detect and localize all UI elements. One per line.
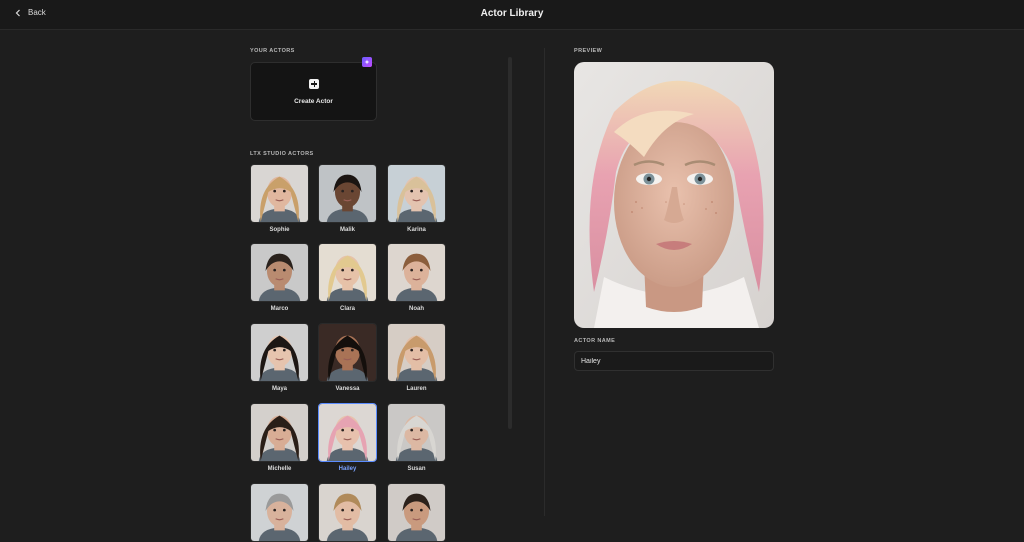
actor-thumbnail [387, 323, 446, 382]
plus-icon [309, 79, 319, 89]
actor-thumbnail [318, 243, 377, 302]
actor-thumbnail [250, 164, 309, 223]
actor-name: Clara [339, 306, 355, 312]
studio-actors-heading: LTX STUDIO ACTORS [250, 151, 314, 157]
actor-card-partial[interactable] [318, 483, 377, 542]
actor-thumbnail [318, 323, 377, 382]
scrollbar[interactable] [508, 57, 512, 429]
actor-card-karina[interactable]: Karina [387, 164, 446, 233]
actor-card-noah[interactable]: Noah [387, 243, 446, 312]
actor-card-malik[interactable]: Malik [318, 164, 377, 233]
actor-card-marco[interactable]: Marco [250, 243, 309, 312]
actor-card-partial[interactable] [250, 483, 309, 542]
actor-card-hailey[interactable]: Hailey [318, 403, 377, 472]
actor-card-sophie[interactable]: Sophie [250, 164, 309, 233]
actor-name: Michelle [267, 466, 292, 472]
actor-name: Lauren [406, 386, 427, 392]
actor-card-vanessa[interactable]: Vanessa [318, 323, 377, 392]
actor-card-lauren[interactable]: Lauren [387, 323, 446, 392]
divider [544, 48, 545, 516]
actor-name: Maya [271, 386, 287, 392]
actor-thumbnail [387, 164, 446, 223]
actor-card-partial[interactable] [387, 483, 446, 542]
actor-card-michelle[interactable]: Michelle [250, 403, 309, 472]
actor-name-label: ACTOR NAME [574, 338, 616, 344]
actor-thumbnail [318, 164, 377, 223]
actor-name: Hailey [338, 466, 357, 472]
top-bar: Back Actor Library [0, 0, 1024, 30]
preview-heading: PREVIEW [574, 48, 603, 54]
actor-thumbnail [250, 323, 309, 382]
create-actor-label: Create Actor [294, 98, 333, 105]
actor-name: Susan [407, 466, 426, 472]
actor-name: Marco [270, 306, 289, 312]
page-title: Actor Library [480, 8, 544, 19]
actor-card-maya[interactable]: Maya [250, 323, 309, 392]
actor-name-input[interactable] [574, 351, 774, 371]
actor-name: Noah [409, 306, 424, 312]
actor-thumbnail [318, 403, 377, 462]
actor-thumbnail [250, 243, 309, 302]
actor-thumbnail [387, 243, 446, 302]
actor-name: Vanessa [335, 386, 360, 392]
actor-name: Malik [339, 227, 355, 233]
actor-card-clara[interactable]: Clara [318, 243, 377, 312]
sparkle-badge-icon [362, 57, 372, 67]
actor-name: Sophie [269, 227, 290, 233]
create-actor-button[interactable]: Create Actor [250, 62, 377, 121]
actor-name: Karina [407, 227, 426, 233]
actor-thumbnail [387, 403, 446, 462]
actor-thumbnail [250, 403, 309, 462]
your-actors-heading: YOUR ACTORS [250, 48, 295, 54]
actor-preview-image [574, 62, 774, 328]
actor-card-susan[interactable]: Susan [387, 403, 446, 472]
